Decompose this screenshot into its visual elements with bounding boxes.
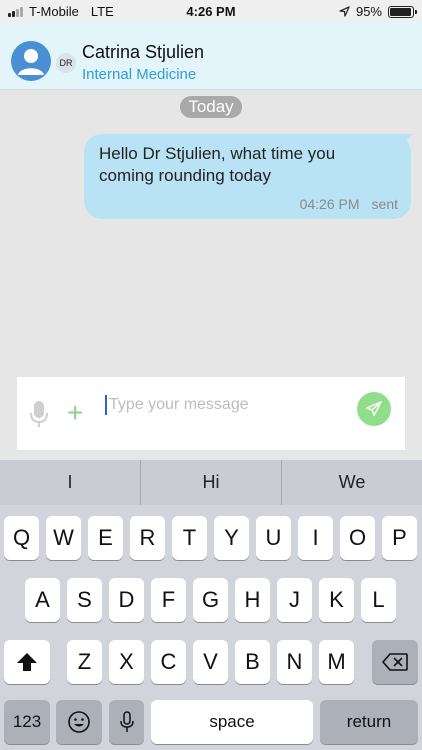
message-text: Hello Dr Stjulien, what time you coming … — [99, 144, 336, 185]
key-o[interactable]: O — [340, 516, 375, 560]
text-cursor — [105, 395, 107, 415]
key-b[interactable]: B — [235, 640, 270, 684]
key-z[interactable]: Z — [67, 640, 102, 684]
send-button[interactable] — [357, 392, 391, 426]
message-input[interactable] — [109, 392, 349, 418]
key-j[interactable]: J — [277, 578, 312, 622]
key-q[interactable]: Q — [4, 516, 39, 560]
status-right: 95% — [339, 4, 417, 19]
battery-icon — [388, 5, 417, 18]
emoji-key[interactable] — [56, 700, 102, 744]
plus-icon: + — [67, 397, 84, 428]
initials-badge: DR — [56, 53, 76, 73]
battery-percent: 95% — [355, 4, 382, 19]
key-h[interactable]: H — [235, 578, 270, 622]
status-bar: T-Mobile LTE 4:26 PM 95% — [0, 0, 422, 22]
backspace-icon — [382, 653, 408, 671]
key-l[interactable]: L — [361, 578, 396, 622]
message-meta: 04:26 PM sent — [300, 196, 398, 212]
microphone-button[interactable] — [29, 399, 49, 429]
chat-header: DR Catrina Stjulien Internal Medicine — [0, 22, 422, 90]
suggestion-item[interactable]: Hi — [141, 460, 282, 505]
contact-name[interactable]: Catrina Stjulien — [82, 42, 204, 63]
day-separator: Today — [180, 96, 242, 118]
contact-department: Internal Medicine — [82, 66, 197, 83]
key-e[interactable]: E — [88, 516, 123, 560]
key-s[interactable]: S — [67, 578, 102, 622]
key-n[interactable]: N — [277, 640, 312, 684]
dictation-key[interactable] — [109, 700, 144, 744]
message-bubble[interactable]: Hello Dr Stjulien, what time you coming … — [84, 134, 411, 219]
key-p[interactable]: P — [382, 516, 417, 560]
key-x[interactable]: X — [109, 640, 144, 684]
key-d[interactable]: D — [109, 578, 144, 622]
key-f[interactable]: F — [151, 578, 186, 622]
key-a[interactable]: A — [25, 578, 60, 622]
suggestion-item[interactable]: We — [282, 460, 422, 505]
key-k[interactable]: K — [319, 578, 354, 622]
return-key[interactable]: return — [320, 700, 418, 744]
key-y[interactable]: Y — [214, 516, 249, 560]
key-i[interactable]: I — [298, 516, 333, 560]
key-r[interactable]: R — [130, 516, 165, 560]
add-attachment-button[interactable]: + — [67, 399, 83, 427]
suggestion-item[interactable]: I — [0, 460, 141, 505]
microphone-icon — [119, 711, 134, 732]
key-w[interactable]: W — [46, 516, 81, 560]
shift-arrow-icon — [17, 653, 37, 671]
numbers-key[interactable]: 123 — [4, 700, 50, 744]
paper-plane-icon — [366, 401, 382, 417]
person-icon — [18, 49, 44, 75]
shift-key[interactable] — [4, 640, 50, 684]
microphone-icon — [30, 401, 48, 427]
key-v[interactable]: V — [193, 640, 228, 684]
location-arrow-icon — [339, 6, 350, 17]
key-c[interactable]: C — [151, 640, 186, 684]
key-g[interactable]: G — [193, 578, 228, 622]
message-composer: + — [17, 377, 405, 450]
suggestion-bar: I Hi We — [0, 460, 422, 505]
space-key[interactable]: space — [151, 700, 313, 744]
message-status: sent — [371, 196, 398, 212]
backspace-key[interactable] — [372, 640, 418, 684]
emoji-icon — [68, 711, 90, 733]
key-t[interactable]: T — [172, 516, 207, 560]
message-time: 04:26 PM — [299, 196, 360, 212]
avatar[interactable] — [11, 41, 51, 81]
key-u[interactable]: U — [256, 516, 291, 560]
key-m[interactable]: M — [319, 640, 354, 684]
keyboard: I Hi We Q W E R T Y U I O P A S D F G H … — [0, 460, 422, 750]
